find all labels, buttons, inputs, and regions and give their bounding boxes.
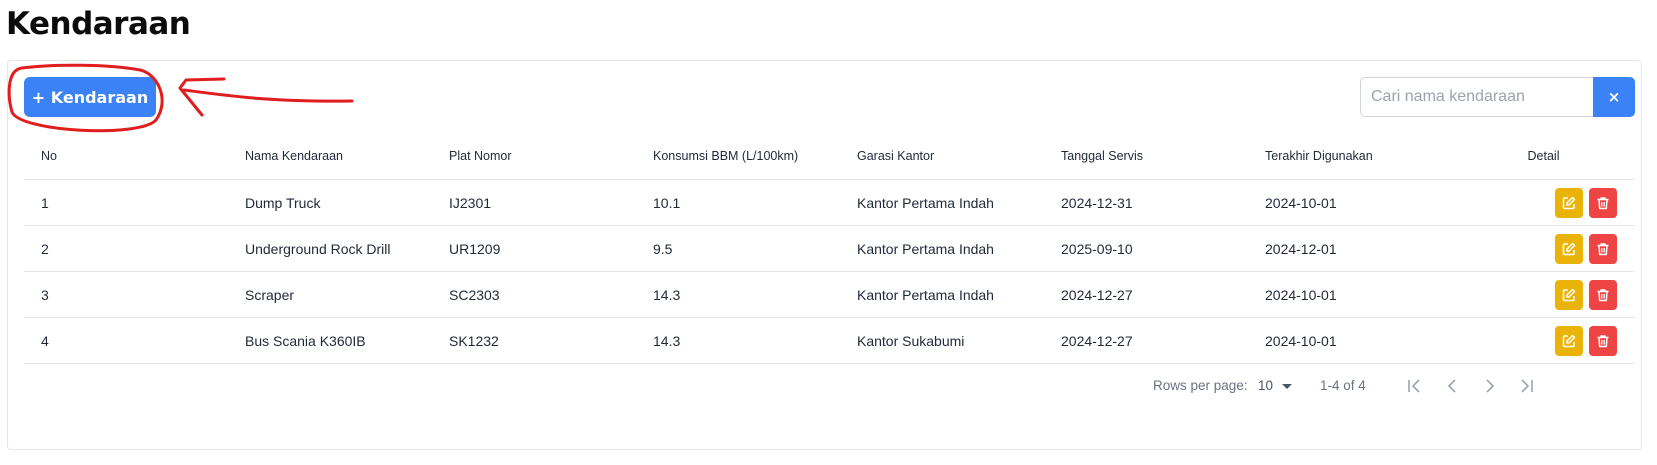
edit-button[interactable] — [1555, 187, 1583, 218]
cell-plate: SK1232 — [432, 317, 636, 364]
vehicle-card: + Kendaraan × No Nama Kendaraan Plat Nom… — [7, 60, 1642, 450]
column-header-detail: Detail — [1452, 133, 1635, 180]
rows-per-page-select[interactable]: 10 — [1258, 378, 1273, 393]
pagination: Rows per page: 10 1-4 of 4 — [8, 371, 1641, 401]
cell-actions — [1452, 225, 1635, 272]
cell-name: Underground Rock Drill — [228, 225, 432, 272]
next-page-icon[interactable] — [1479, 375, 1501, 397]
trash-icon — [1597, 288, 1609, 301]
cell-name: Bus Scania K360IB — [228, 317, 432, 364]
cell-plate: UR1209 — [432, 225, 636, 272]
cell-last-used: 2024-12-01 — [1248, 225, 1452, 272]
edit-button[interactable] — [1555, 233, 1583, 264]
last-page-icon[interactable] — [1516, 375, 1538, 397]
column-header-last-used[interactable]: Terakhir Digunakan — [1248, 133, 1452, 180]
page-title: Kendaraan — [6, 6, 191, 42]
cell-service-date: 2024-12-27 — [1044, 317, 1248, 364]
cell-actions — [1452, 271, 1635, 318]
table-row: 1 Dump Truck IJ2301 10.1 Kantor Pertama … — [24, 179, 1635, 226]
cell-garage: Kantor Pertama Indah — [840, 271, 1044, 318]
cell-garage: Kantor Sukabumi — [840, 317, 1044, 364]
previous-page-icon[interactable] — [1441, 375, 1463, 397]
first-page-icon[interactable] — [1403, 375, 1425, 397]
cell-service-date: 2024-12-31 — [1044, 179, 1248, 226]
edit-icon — [1562, 196, 1576, 209]
caret-down-icon[interactable] — [1282, 384, 1292, 389]
cell-name: Dump Truck — [228, 179, 432, 226]
cell-last-used: 2024-10-01 — [1248, 271, 1452, 318]
pagination-range: 1-4 of 4 — [1320, 378, 1366, 393]
cell-fuel: 10.1 — [636, 179, 840, 226]
table-row: 4 Bus Scania K360IB SK1232 14.3 Kantor S… — [24, 317, 1635, 364]
cell-plate: SC2303 — [432, 271, 636, 318]
edit-button[interactable] — [1555, 279, 1583, 310]
table-row: 2 Underground Rock Drill UR1209 9.5 Kant… — [24, 225, 1635, 272]
cell-actions — [1452, 179, 1635, 226]
cell-service-date: 2025-09-10 — [1044, 225, 1248, 272]
edit-icon — [1562, 334, 1576, 347]
cell-garage: Kantor Pertama Indah — [840, 179, 1044, 226]
cell-fuel: 9.5 — [636, 225, 840, 272]
trash-icon — [1597, 334, 1609, 347]
cell-fuel: 14.3 — [636, 317, 840, 364]
delete-button[interactable] — [1589, 233, 1617, 264]
cell-fuel: 14.3 — [636, 271, 840, 318]
delete-button[interactable] — [1589, 279, 1617, 310]
delete-button[interactable] — [1589, 187, 1617, 218]
column-header-service-date[interactable]: Tanggal Servis — [1044, 133, 1248, 180]
cell-garage: Kantor Pertama Indah — [840, 225, 1044, 272]
edit-icon — [1562, 288, 1576, 301]
column-header-plate[interactable]: Plat Nomor — [432, 133, 636, 180]
cell-no: 3 — [24, 271, 228, 318]
add-vehicle-button[interactable]: + Kendaraan — [24, 77, 156, 117]
trash-icon — [1597, 196, 1609, 209]
column-header-garage[interactable]: Garasi Kantor — [840, 133, 1044, 180]
search-clear-button[interactable]: × — [1593, 77, 1635, 117]
edit-icon — [1562, 242, 1576, 255]
cell-last-used: 2024-10-01 — [1248, 179, 1452, 226]
cell-name: Scraper — [228, 271, 432, 318]
column-header-no[interactable]: No — [24, 133, 228, 180]
cell-actions — [1452, 317, 1635, 364]
cell-no: 4 — [24, 317, 228, 364]
cell-no: 1 — [24, 179, 228, 226]
delete-button[interactable] — [1589, 325, 1617, 356]
cell-no: 2 — [24, 225, 228, 272]
trash-icon — [1597, 242, 1609, 255]
edit-button[interactable] — [1555, 325, 1583, 356]
search-bar: × — [1360, 77, 1635, 117]
cell-last-used: 2024-10-01 — [1248, 317, 1452, 364]
column-header-name[interactable]: Nama Kendaraan — [228, 133, 432, 180]
table-row: 3 Scraper SC2303 14.3 Kantor Pertama Ind… — [24, 271, 1635, 318]
search-input[interactable] — [1360, 77, 1593, 117]
cell-service-date: 2024-12-27 — [1044, 271, 1248, 318]
cell-plate: IJ2301 — [432, 179, 636, 226]
vehicle-table: No Nama Kendaraan Plat Nomor Konsumsi BB… — [24, 133, 1635, 364]
rows-per-page-label: Rows per page: — [1153, 378, 1248, 393]
column-header-fuel[interactable]: Konsumsi BBM (L/100km) — [636, 133, 840, 180]
table-header-row: No Nama Kendaraan Plat Nomor Konsumsi BB… — [24, 133, 1635, 180]
